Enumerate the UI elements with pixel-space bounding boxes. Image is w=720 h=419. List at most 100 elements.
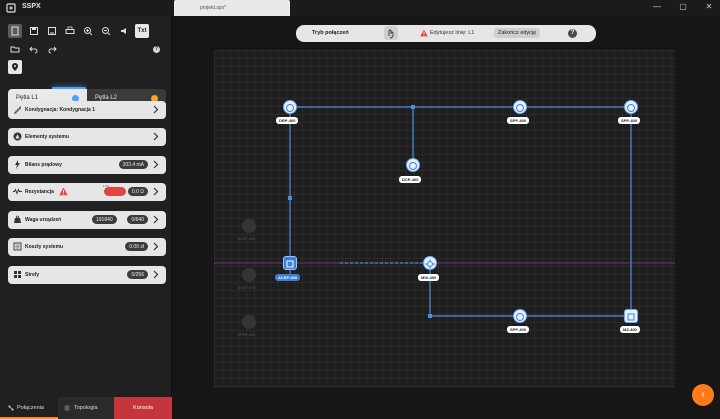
device-label-acsp: ACSP-400 [275,274,301,281]
warning-icon [59,187,68,196]
redo-icon[interactable] [45,42,59,56]
device-node-spp[interactable] [513,100,527,114]
device-node-spp[interactable] [513,309,527,323]
save-icon[interactable] [27,24,41,38]
end-editing-button[interactable]: Zakończ edycję [494,28,541,38]
ghost-device-label: ACSP-STO [238,286,256,290]
sidebar: Txt ? Pętla L1 Pętla L2 Kondygnacja: Kon… [0,16,172,419]
window-controls: — ▢ ✕ [652,2,714,12]
ghost-device-node[interactable] [242,315,256,329]
warning-icon [420,29,428,37]
toolbar: Txt [8,22,166,74]
zoom-in-icon[interactable] [81,24,95,38]
device-node-acsp[interactable] [283,256,297,270]
sidebar-item-zones[interactable]: Strefy 0/256 [8,266,166,284]
sidebar-item-label: Rezystancja [25,189,54,195]
close-icon[interactable]: ✕ [704,2,714,12]
save-as-icon[interactable] [45,24,59,38]
device-node-mz[interactable] [624,309,638,323]
chevron-right-icon [153,105,159,114]
line-handle [288,196,292,200]
sidebar-item-device-weight[interactable]: Waga urządzeń 191840 0/640 [8,211,166,229]
map-pin-icon[interactable] [8,60,22,74]
sidebar-item-label: Koszty systemu [25,244,64,250]
zone-module-icon [627,313,635,321]
chevron-right-icon [153,215,159,224]
device-label-spp: SPP-400 [507,326,530,333]
device-node-dcp[interactable] [406,158,420,172]
tab-topology[interactable]: Topologia [58,397,114,419]
tab-connections-label: Połączenia [17,405,44,411]
detector-icon [516,313,524,321]
line-handle [411,105,415,109]
text-toggle-button[interactable]: Txt [135,24,149,38]
main-area: Tryb połączeń Edytujesz linię: L1 Zakońc… [172,16,720,419]
chevron-left-icon: ‹ [701,389,705,400]
device-weight-value: 191840 [92,215,117,224]
ghost-device-node[interactable] [242,268,256,282]
minimize-icon[interactable]: — [652,2,662,12]
device-weight-limit: 0/640 [127,215,148,224]
connection-lines [214,105,675,318]
collapse-panel-button[interactable]: ‹ [692,384,714,406]
device-node-spp[interactable] [624,100,638,114]
device-node-mui[interactable] [423,256,437,270]
detector-icon [627,104,635,112]
maximize-icon[interactable]: ▢ [678,2,688,12]
line-handle [428,314,432,318]
sidebar-item-system-elements[interactable]: Elementy systemu [8,128,166,146]
sidebar-item-current-balance[interactable]: Bilans prądowy 203.4 mA [8,156,166,174]
sidebar-item-system-costs[interactable]: Koszty systemu 0.00 zł [8,238,166,256]
device-label-spp: SPP-400 [618,117,641,124]
chevron-right-icon [153,270,159,279]
device-label-mz: MZ-400 [620,326,640,333]
chevron-right-icon [153,242,159,251]
sidebar-item-floor[interactable]: Kondygnacja: Kondygnacja 1 [8,101,166,119]
tab-connections[interactable]: Połączenia [0,397,58,419]
chevron-right-icon [153,132,159,141]
device-node-drp[interactable] [283,100,297,114]
tab-topology-label: Topologia [74,405,98,411]
hand-icon [388,29,394,39]
connect-tool-button[interactable] [384,26,398,40]
triangle-icon [13,132,22,141]
app-title: SSPX [22,3,41,10]
system-costs-value: 0.00 zł [125,242,148,251]
weight-icon [14,215,21,223]
sidebar-item-label: Waga urządzeń [25,217,62,223]
toolbar-help-button[interactable]: ? [153,46,160,53]
zones-value: 0/256 [127,270,148,279]
app-logo-icon [6,3,16,13]
app-window: SSPX projekt.spx* — ▢ ✕ Txt ? Pętla L1 P… [0,0,720,419]
sidebar-item-resistance[interactable]: Rezystancja 1.54 0.0 Ω [8,183,166,201]
module-icon [425,259,435,269]
resistor-icon [13,188,22,195]
resistance-alert-number: 1.54 [103,184,109,188]
device-label-drp: DRP-400 [276,117,299,124]
ghost-device-node[interactable] [242,219,256,233]
device-label-dcp: DCP-400 [399,176,422,183]
new-file-icon[interactable] [8,24,22,38]
sound-icon[interactable] [117,24,131,38]
zoom-out-icon[interactable] [99,24,113,38]
tab-console[interactable]: Konsola [114,397,172,419]
ghost-device-label: ACSP-400 [238,237,255,241]
detector-icon [286,104,294,112]
device-label-mui: MUI-400 [418,274,440,281]
connections-icon [8,405,14,411]
detector-icon [409,162,417,170]
resistance-value: 0.0 Ω [127,187,148,196]
device-label-spp: SPP-400 [507,117,530,124]
print-icon[interactable] [63,24,77,38]
connection-mode-bar: Tryb połączeń Edytujesz linię: L1 Zakońc… [296,25,596,42]
chevron-right-icon [153,160,159,169]
grid-icon [64,405,70,411]
sidebar-item-label: Bilans prądowy [25,162,62,168]
mode-help-button[interactable]: ? [568,29,577,38]
folder-icon[interactable] [8,42,22,56]
sidebar-item-label: Kondygnacja: Kondygnacja 1 [25,107,96,113]
document-tab[interactable]: projekt.spx* [174,0,290,16]
sidebar-item-label: Strefy [25,272,40,278]
bottom-tabs: Połączenia Topologia Konsola [0,397,172,419]
undo-icon[interactable] [27,42,41,56]
